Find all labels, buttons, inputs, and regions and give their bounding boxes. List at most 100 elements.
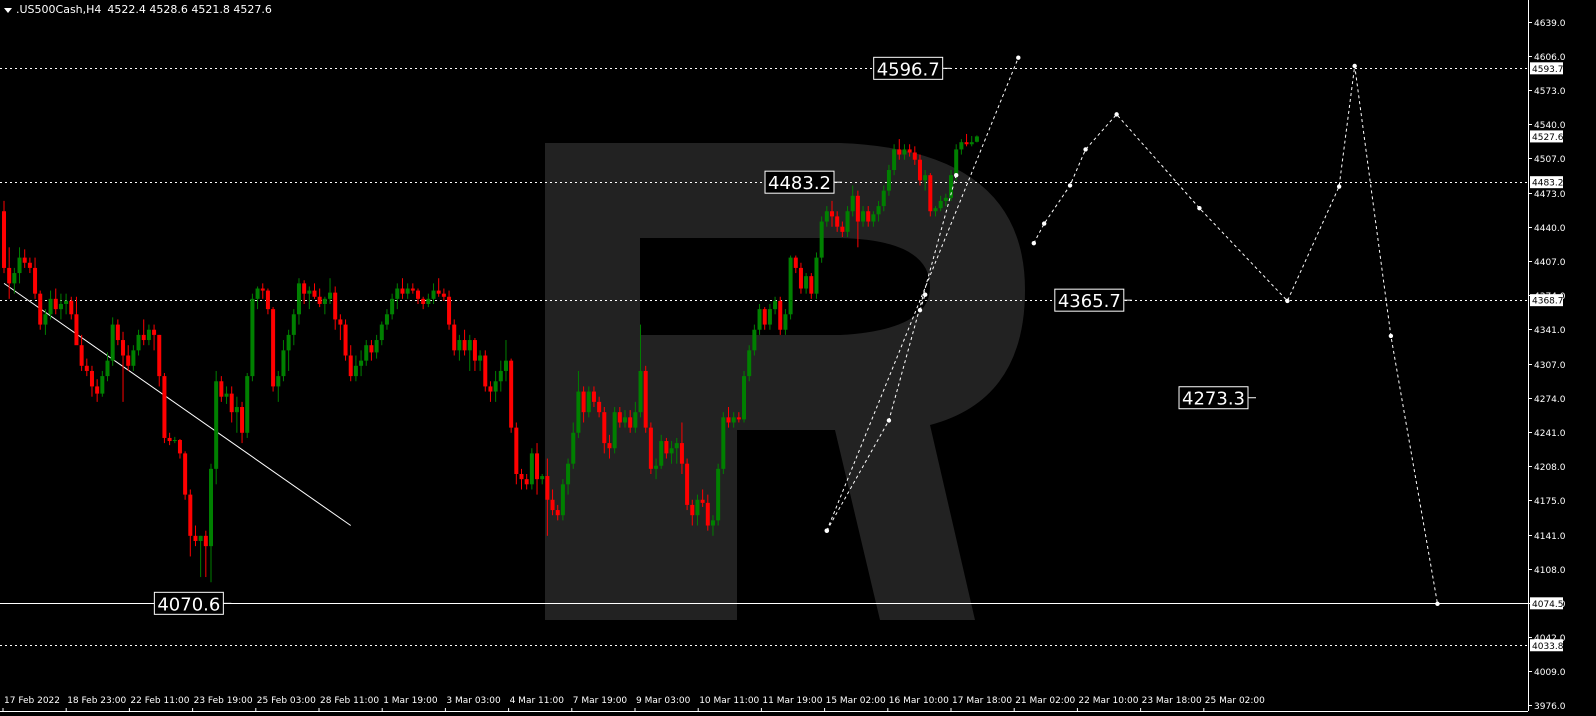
- candle-body: [721, 417, 726, 469]
- candle-body: [162, 376, 167, 438]
- candle-body: [757, 309, 762, 330]
- candle-body: [690, 504, 695, 516]
- candle: [974, 135, 979, 143]
- candle-body: [773, 300, 778, 310]
- candle-body: [333, 292, 338, 320]
- candle: [757, 303, 762, 335]
- forecast-node: [1041, 221, 1047, 226]
- time-tick-label: 17 Mar 18:00: [952, 696, 1012, 706]
- candle-body: [2, 211, 6, 268]
- candle: [296, 278, 301, 325]
- candle: [478, 350, 483, 371]
- candle: [58, 293, 63, 320]
- price-tick-label: 4009.0: [1534, 668, 1566, 678]
- candle-body: [897, 149, 902, 155]
- candle-body: [633, 412, 638, 428]
- candle-body: [291, 314, 296, 335]
- candle-body: [369, 345, 374, 353]
- candle: [317, 288, 322, 308]
- candle-body: [866, 211, 871, 222]
- candle: [348, 345, 353, 382]
- candle-body: [33, 267, 38, 294]
- candle: [514, 422, 519, 485]
- candle: [245, 373, 250, 438]
- forecast-node: [1067, 183, 1073, 188]
- candle-body: [53, 298, 58, 310]
- level-label-text: 4273.3: [1182, 389, 1245, 410]
- price-tick-label: 4639.0: [1534, 19, 1566, 29]
- candle-body: [535, 453, 540, 480]
- triangle-down-icon[interactable]: [4, 7, 12, 13]
- candle: [359, 350, 364, 377]
- candle-body: [679, 443, 684, 464]
- candle-body: [38, 293, 43, 325]
- candle-body: [917, 159, 922, 181]
- candle-body: [902, 149, 907, 155]
- candle: [788, 255, 793, 320]
- candle-body: [886, 170, 891, 191]
- level-label: 4596.7: [873, 56, 951, 80]
- candle: [33, 257, 38, 299]
- candle-body: [234, 407, 239, 413]
- candle-body: [22, 257, 27, 263]
- forecast-node: [1336, 184, 1342, 189]
- candle: [436, 278, 441, 297]
- candle: [89, 365, 94, 397]
- candle-body: [157, 334, 162, 377]
- candle: [214, 370, 219, 485]
- candle-body: [405, 288, 410, 294]
- time-tick-label: 9 Mar 03:00: [636, 696, 691, 706]
- price-tick-label: 4606.0: [1534, 53, 1566, 63]
- candle: [540, 474, 545, 485]
- candle: [819, 216, 824, 263]
- candle-body: [566, 463, 571, 485]
- candle: [472, 337, 477, 371]
- candle-body: [912, 152, 917, 160]
- candle: [95, 379, 100, 402]
- time-tick-label: 18 Feb 23:00: [67, 696, 126, 706]
- candle-body: [462, 340, 467, 351]
- candle-body: [736, 417, 741, 420]
- candle-body: [17, 257, 22, 274]
- candle-body: [384, 314, 389, 325]
- candle-body: [881, 190, 886, 207]
- candle-body: [788, 257, 793, 315]
- time-tick-label: 25 Feb 03:00: [257, 696, 316, 706]
- candle-body: [550, 499, 555, 511]
- price-tick-label: 4208.0: [1534, 463, 1566, 473]
- candle: [721, 412, 726, 474]
- ohlc-values: 4522.4 4528.6 4521.8 4527.6: [107, 3, 272, 16]
- candle-body: [209, 468, 213, 547]
- candle-body: [395, 288, 400, 299]
- candle-body: [509, 360, 514, 428]
- candle-body: [296, 283, 301, 315]
- candle-body: [447, 296, 452, 325]
- candle-body: [410, 288, 415, 291]
- price-tag-label: 4074.5: [1532, 600, 1564, 610]
- candlestick-chart[interactable]: 4596.7 4483.2 4365.7 4273.3 4070.6 4639.0 460…: [0, 0, 1596, 716]
- candle: [265, 288, 270, 315]
- price-tick-label: 4507.0: [1534, 155, 1566, 165]
- candle-body: [654, 465, 659, 469]
- candle: [457, 334, 462, 361]
- candle: [648, 422, 653, 474]
- candle-body: [229, 393, 234, 413]
- candle-body: [79, 345, 84, 366]
- candle-body: [167, 437, 172, 442]
- candle-body: [586, 391, 591, 413]
- candle: [814, 252, 819, 299]
- candle-body: [441, 293, 446, 297]
- candle: [773, 296, 778, 315]
- candle: [84, 358, 89, 377]
- candle-body: [276, 376, 281, 387]
- candle-body: [255, 288, 260, 299]
- candle-body: [260, 288, 265, 291]
- level-label-text: 4070.6: [157, 594, 220, 615]
- candle: [447, 290, 452, 330]
- candle-body: [576, 391, 581, 433]
- price-tick-label: 4573.0: [1534, 87, 1566, 97]
- candle-body: [705, 502, 710, 526]
- candle: [452, 319, 457, 356]
- candle: [322, 296, 327, 315]
- candle-body: [659, 441, 664, 466]
